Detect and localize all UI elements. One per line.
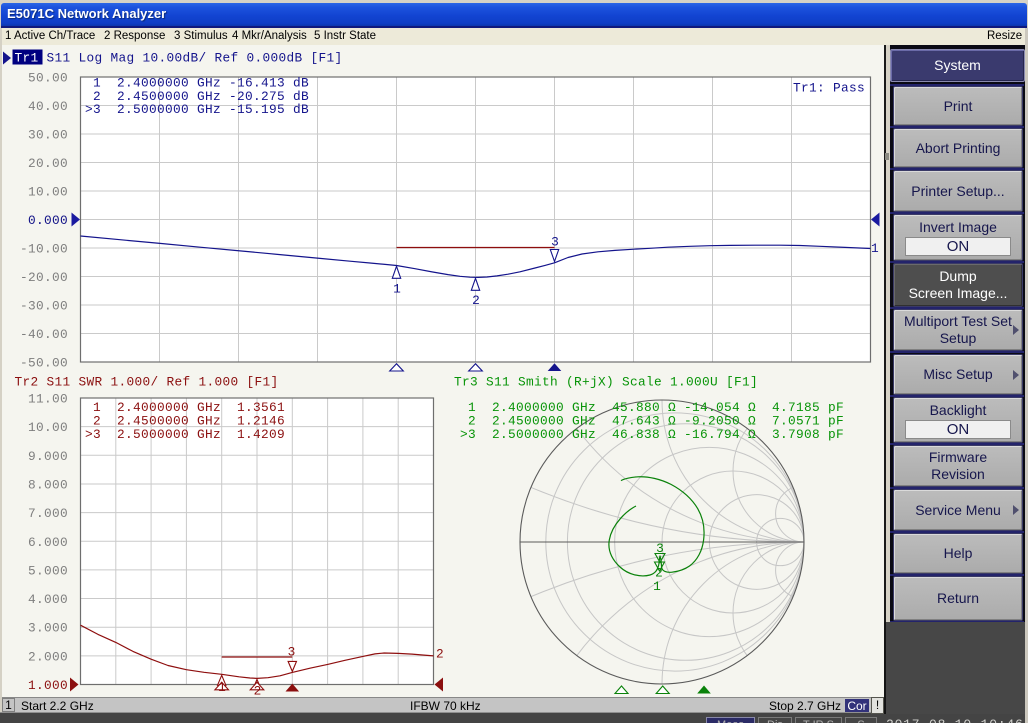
svg-text:>3 2.5000000 GHz -15.195 dB: >3 2.5000000 GHz -15.195 dB [85, 102, 309, 117]
svg-text:2: 2 [436, 647, 444, 662]
svg-text:-10.00: -10.00 [20, 242, 68, 257]
svg-text:1: 1 [871, 241, 879, 256]
svg-text:-20.00: -20.00 [20, 270, 68, 285]
svg-text:11.00: 11.00 [28, 392, 68, 407]
svg-text:-50.00: -50.00 [20, 356, 68, 371]
svg-text:4.000: 4.000 [28, 592, 68, 607]
svg-text:1.000: 1.000 [28, 678, 68, 693]
svg-text:2: 2 [254, 684, 262, 698]
svg-text:3: 3 [288, 645, 296, 660]
svg-text:Tr1: Pass: Tr1: Pass [793, 81, 865, 96]
svg-text:Tr2 S11 SWR 1.000/ Ref 1.000 [: Tr2 S11 SWR 1.000/ Ref 1.000 [F1] [15, 375, 279, 390]
svg-text:10.00: 10.00 [28, 420, 68, 435]
svg-text:1: 1 [393, 282, 401, 297]
svg-text:6.000: 6.000 [28, 535, 68, 550]
svg-text:2.000: 2.000 [28, 649, 68, 664]
svg-text:3.000: 3.000 [28, 621, 68, 636]
svg-text:50.00: 50.00 [28, 71, 68, 86]
svg-text:9.000: 9.000 [28, 449, 68, 464]
svg-text:7.000: 7.000 [28, 506, 68, 521]
svg-text:10.00: 10.00 [28, 185, 68, 200]
svg-text:0.000: 0.000 [28, 213, 68, 228]
svg-text:>3 2.5000000 GHz 1.4209: >3 2.5000000 GHz 1.4209 [85, 427, 285, 442]
svg-text:40.00: 40.00 [28, 99, 68, 114]
svg-text:8.000: 8.000 [28, 477, 68, 492]
svg-text:5.000: 5.000 [28, 563, 68, 578]
svg-text:Tr3 S11 Smith (R+jX) Scale 1.0: Tr3 S11 Smith (R+jX) Scale 1.000U [F1] [454, 375, 758, 390]
svg-text:1: 1 [653, 579, 661, 594]
svg-text:2: 2 [472, 293, 480, 308]
svg-text:-40.00: -40.00 [20, 327, 68, 342]
svg-text:Tr1: Tr1 [15, 51, 39, 66]
svg-text:>3 2.5000000 GHz 46.838 Ω -1: >3 2.5000000 GHz 46.838 Ω -16.794 Ω 3.79… [460, 427, 844, 442]
svg-text:1: 1 [218, 680, 226, 695]
svg-text:20.00: 20.00 [28, 156, 68, 171]
svg-text:3: 3 [551, 235, 559, 250]
svg-text:-30.00: -30.00 [20, 299, 68, 314]
svg-text:S11 Log Mag 10.00dB/ Ref 0.000: S11 Log Mag 10.00dB/ Ref 0.000dB [F1] [39, 51, 343, 66]
svg-text:3: 3 [656, 541, 664, 556]
svg-text:30.00: 30.00 [28, 128, 68, 143]
